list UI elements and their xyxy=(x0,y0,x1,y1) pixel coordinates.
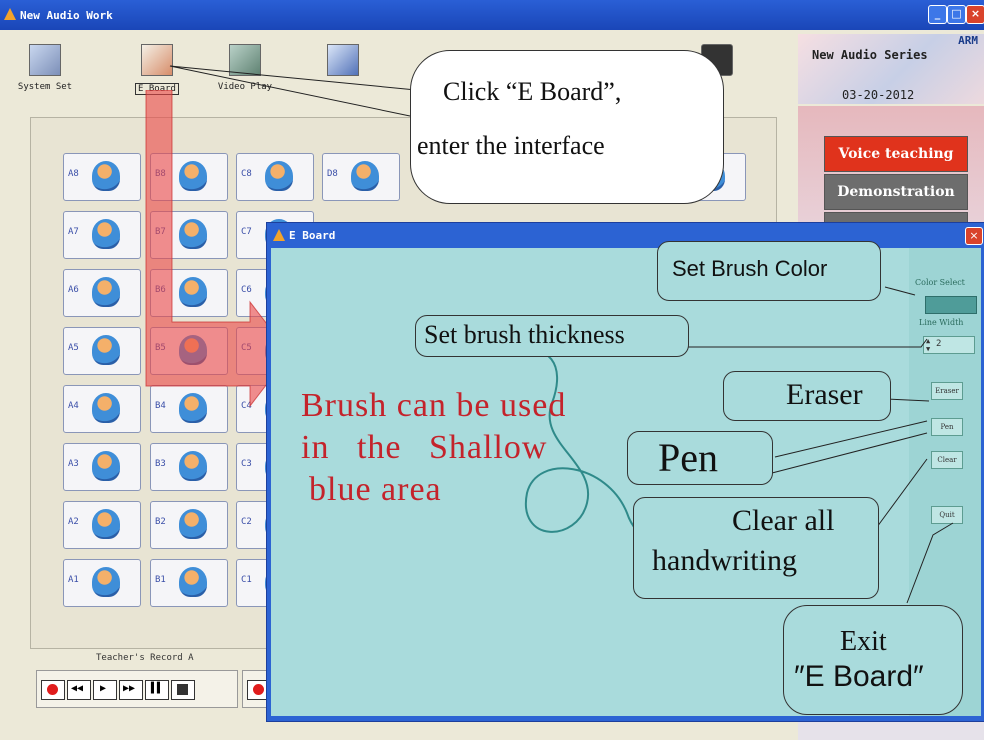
student-avatar-icon xyxy=(92,393,120,423)
student-avatar-icon xyxy=(92,509,120,539)
note-line: in the Shallow xyxy=(301,429,548,466)
note-line: blue area xyxy=(309,471,442,508)
seat-a8[interactable]: A8 xyxy=(63,153,141,201)
seat-a2[interactable]: A2 xyxy=(63,501,141,549)
brand-logo: ARM New Audio Series 03-20-2012 xyxy=(798,34,984,104)
pause-icon: ▌▌ xyxy=(151,683,164,694)
student-avatar-icon xyxy=(92,219,120,249)
callout-text: enter the interface xyxy=(417,131,605,160)
note-line: Brush can be used xyxy=(301,387,567,424)
seat-a7[interactable]: A7 xyxy=(63,211,141,259)
seat-label: A7 xyxy=(68,227,79,237)
mode-label: Demonstration xyxy=(837,184,955,200)
set-brush-thickness-callout: Set brush thickness xyxy=(415,315,689,357)
callout-text: ″E Board″ xyxy=(794,660,924,693)
seat-label: B2 xyxy=(155,517,166,527)
fast-forward-icon: ▶▶ xyxy=(123,683,136,694)
seat-label: B3 xyxy=(155,459,166,469)
seat-b2[interactable]: B2 xyxy=(150,501,228,549)
brush-usage-note: Brush can be used in the Shallow blue ar… xyxy=(301,385,661,511)
app-icon xyxy=(4,8,16,20)
play-icon: ▶ xyxy=(100,683,107,694)
eboard-window: E Board × Color Select Line Width ▲ ▼ 2 E… xyxy=(266,222,984,722)
student-avatar-icon xyxy=(92,335,120,365)
seat-a5[interactable]: A5 xyxy=(63,327,141,375)
callout-connector-graphic xyxy=(169,65,417,117)
callout-text: Exit xyxy=(840,626,887,657)
main-window-title: New Audio Work xyxy=(20,8,113,22)
student-avatar-icon xyxy=(92,451,120,481)
seat-a6[interactable]: A6 xyxy=(63,269,141,317)
seat-label: C2 xyxy=(241,517,252,527)
brand-name: ARM xyxy=(958,34,978,47)
set-brush-color-callout: Set Brush Color xyxy=(657,241,881,301)
seat-a4[interactable]: A4 xyxy=(63,385,141,433)
voice-teaching-button[interactable]: Voice teaching xyxy=(824,136,968,172)
callout-text: Set brush thickness xyxy=(424,320,625,349)
seat-label: A1 xyxy=(68,575,79,585)
seat-label: A6 xyxy=(68,285,79,295)
seat-a1[interactable]: A1 xyxy=(63,559,141,607)
clear-all-callout: Clear all handwriting xyxy=(633,497,879,599)
seat-label: A3 xyxy=(68,459,79,469)
callout-text: Pen xyxy=(658,435,718,480)
stop-button[interactable] xyxy=(171,680,195,700)
seat-d8[interactable]: D8 xyxy=(322,153,400,201)
minimize-button[interactable]: _ xyxy=(928,5,947,24)
seat-label: A5 xyxy=(68,343,79,353)
student-avatar-icon xyxy=(179,509,207,539)
main-title-bar: New Audio Work _ □ × xyxy=(0,0,984,30)
close-button[interactable]: × xyxy=(966,5,984,24)
recorder-label: Teacher's Record A xyxy=(96,653,194,663)
pause-button[interactable]: ▌▌ xyxy=(145,680,169,700)
fast-forward-button[interactable]: ▶▶ xyxy=(119,680,143,700)
rewind-button[interactable]: ◀◀ xyxy=(67,680,91,700)
eraser-callout: Eraser xyxy=(723,371,891,421)
student-avatar-icon xyxy=(92,277,120,307)
student-avatar-icon xyxy=(92,161,120,191)
maximize-button[interactable]: □ xyxy=(947,5,966,24)
rewind-icon: ◀◀ xyxy=(71,683,84,694)
seat-label: D8 xyxy=(327,169,338,179)
series-name: New Audio Series xyxy=(812,48,928,62)
student-avatar-icon xyxy=(92,567,120,597)
seat-label: B1 xyxy=(155,575,166,585)
seat-label: C3 xyxy=(241,459,252,469)
callout-text: Set Brush Color xyxy=(672,256,828,281)
student-avatar-icon xyxy=(351,161,379,191)
seat-b3[interactable]: B3 xyxy=(150,443,228,491)
record-icon xyxy=(47,684,58,695)
callout-text: Eraser xyxy=(786,378,863,411)
callout-text: Clear all xyxy=(732,504,835,537)
record-button[interactable] xyxy=(41,680,65,700)
seat-b1[interactable]: B1 xyxy=(150,559,228,607)
student-avatar-icon xyxy=(179,567,207,597)
recorder-controls: ◀◀ ▶ ▶▶ ▌▌ xyxy=(36,670,238,708)
seat-a3[interactable]: A3 xyxy=(63,443,141,491)
date-display: 03-20-2012 xyxy=(842,88,915,102)
toolbar-label: System Set xyxy=(17,82,73,92)
exit-eboard-callout: Exit ″E Board″ xyxy=(783,605,963,715)
seat-label: A8 xyxy=(68,169,79,179)
settings-icon xyxy=(29,44,61,76)
toolbar-system-set[interactable]: System Set xyxy=(10,44,80,92)
callout-text: handwriting xyxy=(652,544,797,577)
click-eboard-callout: Click “E Board”, enter the interface xyxy=(410,50,724,204)
demonstration-button[interactable]: Demonstration xyxy=(824,174,968,210)
seat-label: A4 xyxy=(68,401,79,411)
mode-label: Voice teaching xyxy=(838,146,954,162)
seat-label: A2 xyxy=(68,517,79,527)
student-avatar-icon xyxy=(179,451,207,481)
callout-text: Click “E Board”, xyxy=(443,77,622,106)
record-icon xyxy=(253,684,264,695)
seat-label: C1 xyxy=(241,575,252,585)
stop-icon xyxy=(177,684,188,695)
play-button[interactable]: ▶ xyxy=(93,680,117,700)
